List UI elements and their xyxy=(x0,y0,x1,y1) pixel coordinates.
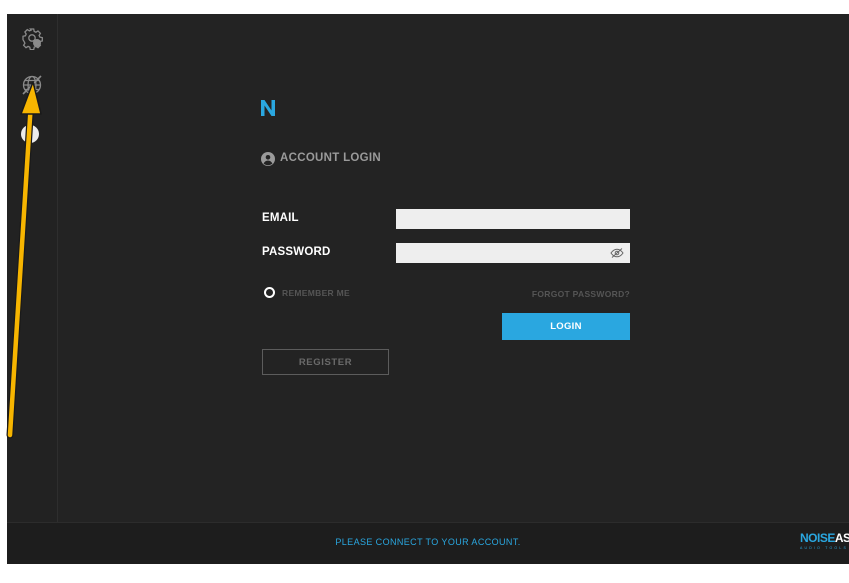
brand-wordmark-part2: ASH xyxy=(834,531,849,545)
sidebar xyxy=(7,14,58,522)
remember-me-radio[interactable] xyxy=(264,287,275,298)
email-input[interactable] xyxy=(396,209,630,229)
connection-status-text: PLEASE CONNECT TO YOUR ACCOUNT. xyxy=(335,537,521,547)
status-circle-icon xyxy=(21,125,39,143)
forgot-password-link[interactable]: FORGOT PASSWORD? xyxy=(532,289,630,299)
network-off-icon[interactable] xyxy=(20,73,44,97)
register-button[interactable]: REGISTER xyxy=(262,349,389,375)
app-window: ACCOUNT LOGIN EMAIL PASSWORD REMEMBER ME… xyxy=(7,14,849,564)
noiseash-n-logo-icon xyxy=(261,100,275,116)
noiseash-brand-logo: NOISEASH AUDIO TOOLS xyxy=(800,531,849,550)
remember-me-label: REMEMBER ME xyxy=(282,288,350,298)
password-label: PASSWORD xyxy=(262,246,331,258)
brand-tagline: AUDIO TOOLS xyxy=(800,546,848,550)
show-password-eye-icon[interactable] xyxy=(610,248,624,258)
login-button[interactable]: LOGIN xyxy=(502,313,630,340)
brand-wordmark: NOISEASH xyxy=(800,531,849,545)
settings-gear-icon[interactable] xyxy=(20,26,44,50)
brand-wordmark-part1: NOISE xyxy=(800,531,835,545)
footer-bar: PLEASE CONNECT TO YOUR ACCOUNT. NOISEASH… xyxy=(7,522,849,564)
user-circle-icon xyxy=(261,152,275,166)
email-label: EMAIL xyxy=(262,212,299,224)
account-login-title: ACCOUNT LOGIN xyxy=(280,152,382,164)
password-input[interactable] xyxy=(396,243,630,263)
